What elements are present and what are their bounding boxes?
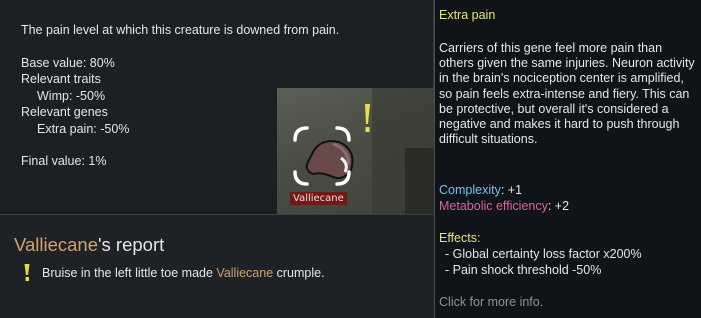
report-entry-pawn-name[interactable]: Valliecane xyxy=(216,266,273,280)
report-title-suffix: 's report xyxy=(98,234,165,255)
metabolic-value: : +2 xyxy=(547,199,570,213)
effect-line: - Pain shock threshold -50% xyxy=(445,263,602,277)
report-entry-prefix: Bruise in the left little toe made xyxy=(42,266,217,280)
gene-description: Carriers of this gene feel more pain tha… xyxy=(439,41,695,147)
relevant-traits-header: Relevant traits xyxy=(21,72,101,86)
report-pawn-name[interactable]: Valliecane xyxy=(14,234,98,255)
gene-complexity: Complexity: +1 xyxy=(439,183,522,197)
more-info-hint[interactable]: Click for more info. xyxy=(439,295,543,309)
warning-exclamation-icon xyxy=(22,263,32,283)
complexity-label: Complexity xyxy=(439,183,501,197)
effect-line: - Global certainty loss factor x200% xyxy=(445,247,642,261)
pawn-name-label: Valliecane xyxy=(290,192,347,205)
report-entry-suffix: crumple. xyxy=(273,266,325,280)
gene-title: Extra pain xyxy=(439,8,496,22)
stat-base-value: Base value: 80% xyxy=(21,55,115,70)
gene-metabolic-efficiency: Metabolic efficiency: +2 xyxy=(439,199,569,213)
alert-exclamation-icon xyxy=(363,104,371,134)
world-view[interactable]: Valliecane xyxy=(277,88,434,214)
report-entry: Bruise in the left little toe made Valli… xyxy=(22,263,325,283)
complexity-value: : +1 xyxy=(500,183,523,197)
report-title: Valliecane's report xyxy=(14,234,164,256)
pawn-valliecane[interactable] xyxy=(291,124,357,188)
effects-header: Effects: xyxy=(439,231,481,245)
stat-description: The pain level at which this creature is… xyxy=(21,23,340,37)
report-panel: Valliecane's report Bruise in the left l… xyxy=(0,214,434,318)
metabolic-label: Metabolic efficiency xyxy=(439,199,548,213)
gene-tooltip[interactable]: Extra pain Carriers of this gene feel mo… xyxy=(434,0,701,318)
